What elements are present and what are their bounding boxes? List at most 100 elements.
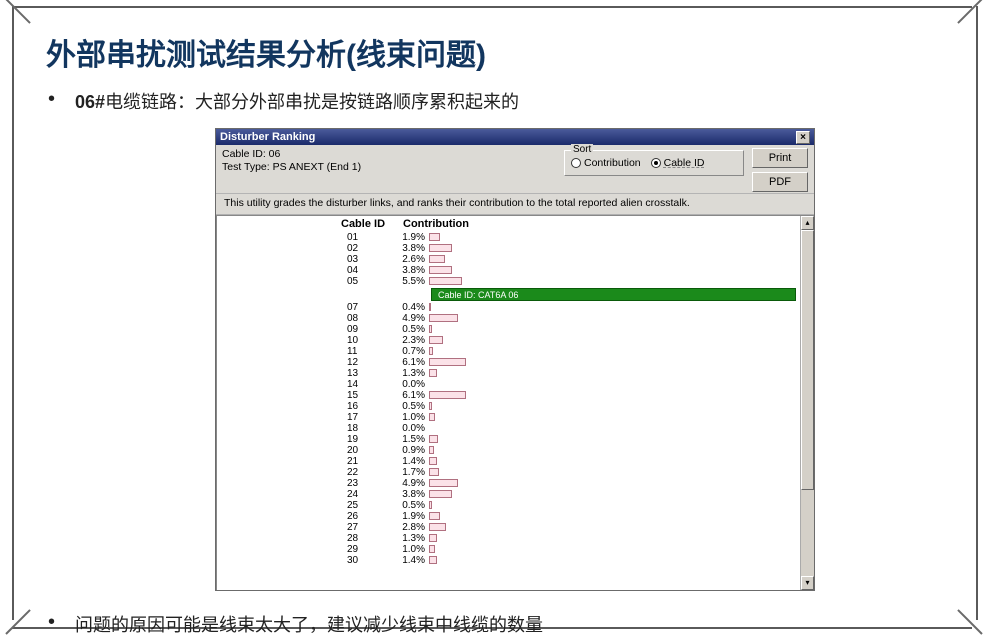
cell-cable-id: 10 (217, 335, 391, 346)
scrollbar[interactable]: ▴ ▾ (800, 216, 814, 590)
radio-icon (651, 158, 661, 168)
table-row[interactable]: 221.7% (217, 467, 800, 478)
cell-cable-id: 13 (217, 368, 391, 379)
contribution-bar (429, 468, 439, 476)
table-row[interactable]: 250.5% (217, 500, 800, 511)
table-row[interactable]: 301.4% (217, 555, 800, 566)
cell-cable-id: 27 (217, 522, 391, 533)
bar-cell (429, 314, 800, 323)
corner-stroke-tr (958, 0, 982, 22)
contribution-bar (429, 303, 431, 311)
table-row[interactable]: 160.5% (217, 401, 800, 412)
sort-legend: Sort (571, 144, 593, 155)
contribution-bar (429, 446, 434, 454)
scroll-down-icon[interactable]: ▾ (801, 576, 814, 590)
bar-cell (429, 512, 800, 521)
table-row[interactable]: 261.9% (217, 511, 800, 522)
bar-cell (429, 325, 800, 334)
cell-contribution: 3.8% (391, 489, 429, 500)
cell-cable-id: 11 (217, 346, 391, 357)
table-row[interactable]: 126.1% (217, 357, 800, 368)
table-row[interactable]: 140.0% (217, 379, 800, 390)
table-row[interactable]: 272.8% (217, 522, 800, 533)
bar-cell (429, 336, 800, 345)
table-row[interactable]: 211.4% (217, 456, 800, 467)
contribution-bar (429, 369, 437, 377)
cell-cable-id: 29 (217, 544, 391, 555)
window-titlebar[interactable]: Disturber Ranking × (216, 129, 814, 145)
table-row[interactable]: 191.5% (217, 434, 800, 445)
scroll-up-icon[interactable]: ▴ (801, 216, 814, 230)
cell-contribution: 1.4% (391, 456, 429, 467)
cell-contribution: 4.9% (391, 478, 429, 489)
contribution-bar (429, 512, 440, 520)
cell-cable-id: 03 (217, 254, 391, 265)
table-row[interactable]: 180.0% (217, 423, 800, 434)
cell-contribution: 2.6% (391, 254, 429, 265)
bar-cell (429, 545, 800, 554)
table-row[interactable]: 043.8% (217, 265, 800, 276)
cell-contribution: 1.7% (391, 467, 429, 478)
selected-row[interactable]: Cable ID: CAT6A 06 (431, 288, 796, 301)
test-type-label: Test Type: PS ANEXT (End 1) (222, 161, 564, 174)
col-cable-id: Cable ID (341, 218, 385, 230)
contribution-bar (429, 277, 462, 285)
cell-contribution: 0.5% (391, 324, 429, 335)
cell-contribution: 3.8% (391, 265, 429, 276)
bullet-dot-icon (48, 88, 55, 111)
contribution-bar (429, 336, 443, 344)
radio-contribution-label: Contribution (584, 157, 641, 169)
table-row[interactable]: 200.9% (217, 445, 800, 456)
cell-contribution: 0.9% (391, 445, 429, 456)
table-row[interactable]: 281.3% (217, 533, 800, 544)
table-row[interactable]: 131.3% (217, 368, 800, 379)
bar-cell (429, 402, 800, 411)
list-header: Cable ID Contribution (217, 218, 800, 230)
contribution-bar (429, 358, 466, 366)
col-contribution: Contribution (403, 218, 469, 230)
print-button[interactable]: Print (752, 148, 808, 168)
cell-cable-id: 25 (217, 500, 391, 511)
table-row[interactable]: 102.3% (217, 335, 800, 346)
cell-cable-id: 12 (217, 357, 391, 368)
table-row[interactable]: 291.0% (217, 544, 800, 555)
table-row[interactable]: 055.5% (217, 276, 800, 287)
contribution-bar (429, 244, 452, 252)
cell-cable-id: 24 (217, 489, 391, 500)
table-row[interactable]: 023.8% (217, 243, 800, 254)
table-row[interactable]: 070.4% (217, 302, 800, 313)
utility-description: This utility grades the disturber links,… (216, 194, 814, 215)
cell-contribution: 1.9% (391, 232, 429, 243)
cell-cable-id: 30 (217, 555, 391, 566)
cell-contribution: 0.4% (391, 302, 429, 313)
radio-cable-id[interactable]: Cable ID (651, 157, 705, 169)
bar-cell (429, 255, 800, 264)
table-row[interactable]: 243.8% (217, 489, 800, 500)
bar-cell (429, 380, 800, 389)
radio-contribution[interactable]: Contribution (571, 157, 641, 169)
bar-cell (429, 391, 800, 400)
table-row[interactable]: 032.6% (217, 254, 800, 265)
table-row[interactable]: 156.1% (217, 390, 800, 401)
cell-contribution: 1.5% (391, 434, 429, 445)
scroll-thumb[interactable] (801, 230, 814, 490)
cell-cable-id: 09 (217, 324, 391, 335)
pdf-button[interactable]: PDF (752, 172, 808, 192)
table-row[interactable]: 090.5% (217, 324, 800, 335)
contribution-bar (429, 501, 432, 509)
cell-cable-id: 02 (217, 243, 391, 254)
disturber-ranking-window: Disturber Ranking × Cable ID: 06 Test Ty… (215, 128, 815, 591)
contribution-bar (429, 556, 437, 564)
table-row[interactable]: 171.0% (217, 412, 800, 423)
table-row[interactable]: 110.7% (217, 346, 800, 357)
table-row[interactable]: 234.9% (217, 478, 800, 489)
cell-contribution: 2.3% (391, 335, 429, 346)
bar-cell (429, 501, 800, 510)
table-row[interactable]: 084.9% (217, 313, 800, 324)
cell-cable-id: 26 (217, 511, 391, 522)
cell-contribution: 4.9% (391, 313, 429, 324)
table-row[interactable]: 011.9% (217, 232, 800, 243)
close-icon[interactable]: × (796, 131, 810, 144)
corner-stroke-bl (6, 611, 30, 635)
cell-cable-id: 20 (217, 445, 391, 456)
